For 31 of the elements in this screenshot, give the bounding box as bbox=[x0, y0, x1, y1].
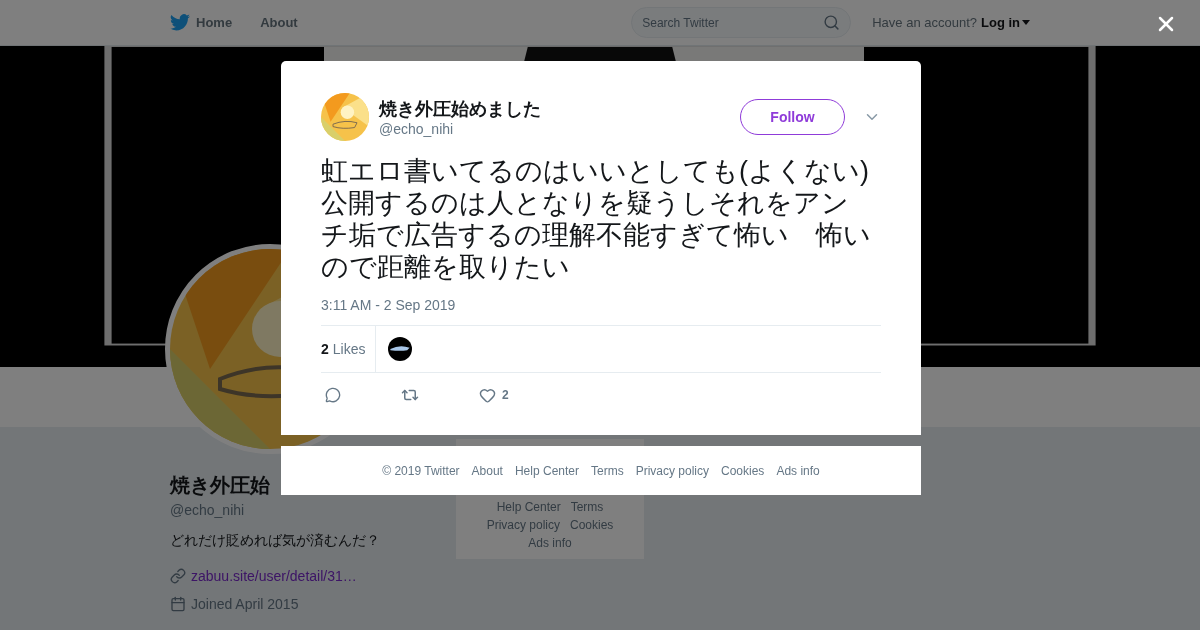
caret-icon bbox=[1022, 20, 1030, 25]
footer-link[interactable]: Privacy policy bbox=[635, 462, 709, 479]
footer-link[interactable]: About bbox=[471, 462, 503, 479]
joined-date: Joined April 2015 bbox=[191, 596, 299, 612]
footer-link[interactable]: © 2019 Twitter bbox=[382, 462, 460, 479]
profile-handle: @echo_nihi bbox=[170, 502, 246, 518]
heart-icon bbox=[479, 386, 496, 404]
calendar-icon bbox=[170, 596, 186, 612]
footer-link[interactable]: Help Center bbox=[496, 499, 561, 515]
account-prompt: Have an account? bbox=[872, 15, 977, 30]
search-field[interactable]: Search Twitter bbox=[631, 7, 852, 38]
footer-link[interactable]: Privacy policy bbox=[486, 517, 560, 533]
reply-button[interactable] bbox=[325, 387, 341, 403]
nav-link[interactable]: Home bbox=[196, 15, 233, 30]
search-icon bbox=[823, 14, 841, 31]
footer-link[interactable]: Terms bbox=[570, 499, 604, 515]
link-icon bbox=[170, 568, 186, 584]
footer-link[interactable]: Help Center bbox=[514, 462, 579, 479]
nav-link[interactable]: About bbox=[260, 15, 298, 30]
footer-link[interactable]: Ads info bbox=[528, 535, 572, 551]
login-link[interactable]: Log in bbox=[981, 15, 1030, 30]
profile-link[interactable]: zabuu.site/user/detail/31… bbox=[191, 568, 357, 584]
footer-link[interactable]: Cookies bbox=[721, 462, 765, 479]
profile-name: 焼き外圧始 bbox=[170, 473, 271, 498]
footer-link[interactable]: Terms bbox=[591, 462, 624, 479]
footer-link[interactable]: Cookies bbox=[570, 517, 614, 533]
reply-icon bbox=[325, 387, 341, 403]
profile-bio: どれだけ貶めれば気が済むんだ？ bbox=[170, 532, 381, 550]
bird-icon bbox=[170, 14, 190, 31]
like-button[interactable]: 2 bbox=[479, 386, 509, 404]
footer-link[interactable]: Ads info bbox=[776, 462, 820, 479]
